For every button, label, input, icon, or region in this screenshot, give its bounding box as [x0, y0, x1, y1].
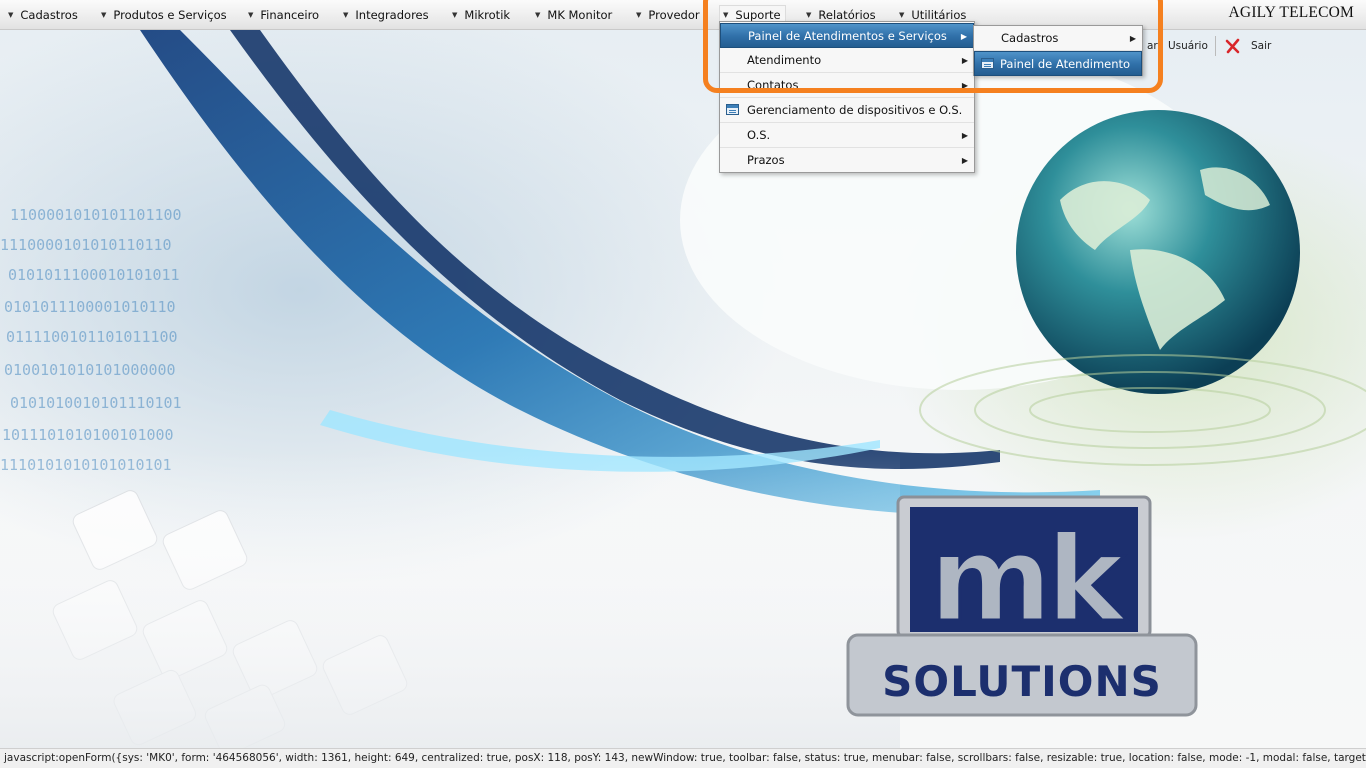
menu-financeiro[interactable]: ▼ Financeiro [248, 6, 319, 24]
svg-text:0100101010101000000: 0100101010101000000 [4, 361, 176, 379]
user-button[interactable]: Usuário [1168, 40, 1208, 52]
svg-text:0101011100010101011: 0101011100010101011 [8, 266, 180, 284]
svg-text:1110000101010110110: 1110000101010110110 [0, 236, 172, 254]
menu-mk-monitor[interactable]: ▼ MK Monitor [535, 6, 612, 24]
menu-cadastros[interactable]: ▼ Cadastros [8, 6, 78, 24]
svg-text:mk: mk [929, 510, 1127, 648]
dropdown-arrow-icon: ▼ [248, 11, 254, 19]
background-art: 1100001010101101100 1110000101010110110 … [0, 30, 1366, 748]
exit-label: Sair [1251, 40, 1272, 52]
close-icon [1225, 38, 1240, 54]
company-name: AGILY TELECOM [1228, 4, 1354, 21]
svg-text:1100001010101101100: 1100001010101101100 [10, 206, 182, 224]
svg-text:0101010010101110101: 0101010010101110101 [10, 394, 182, 412]
dropdown-arrow-icon: ▼ [535, 11, 541, 19]
dropdown-arrow-icon: ▼ [452, 11, 458, 19]
svg-text:0101011100001010110: 0101011100001010110 [4, 298, 176, 316]
submenu-arrow-icon: ▶ [961, 131, 968, 140]
svg-text:SOLUTIONS: SOLUTIONS [882, 657, 1162, 706]
menu-integradores[interactable]: ▼ Integradores [343, 6, 429, 24]
desktop-background: 1100001010101101100 1110000101010110110 … [0, 30, 1366, 748]
svg-text:1011101010100101000: 1011101010100101000 [2, 426, 174, 444]
form-icon [726, 104, 739, 115]
menu-item-gerenciamento-dispositivos[interactable]: Gerenciamento de dispositivos e O.S. [720, 98, 974, 123]
toolbar-divider [1215, 36, 1216, 56]
menu-provedor[interactable]: ▼ Provedor [636, 6, 700, 24]
dropdown-arrow-icon: ▼ [636, 11, 642, 19]
menu-item-os[interactable]: O.S. ▶ [720, 123, 974, 148]
menu-item-prazos[interactable]: Prazos ▶ [720, 148, 974, 173]
dropdown-arrow-icon: ▼ [8, 11, 14, 19]
dropdown-arrow-icon: ▼ [343, 11, 349, 19]
dropdown-arrow-icon: ▼ [101, 11, 107, 19]
svg-text:0111100101101011100: 0111100101101011100 [6, 328, 178, 346]
exit-button[interactable]: Sair [1225, 38, 1275, 56]
browser-status-bar: javascript:openForm({sys: 'MK0', form: '… [0, 748, 1366, 768]
highlight-callout-frame [703, 0, 1163, 93]
submenu-arrow-icon: ▶ [961, 156, 968, 165]
menu-produtos-servicos[interactable]: ▼ Produtos e Serviços [101, 6, 227, 24]
menu-mikrotik[interactable]: ▼ Mikrotik [452, 6, 510, 24]
mk-solutions-logo: mk SOLUTIONS [846, 495, 1198, 717]
